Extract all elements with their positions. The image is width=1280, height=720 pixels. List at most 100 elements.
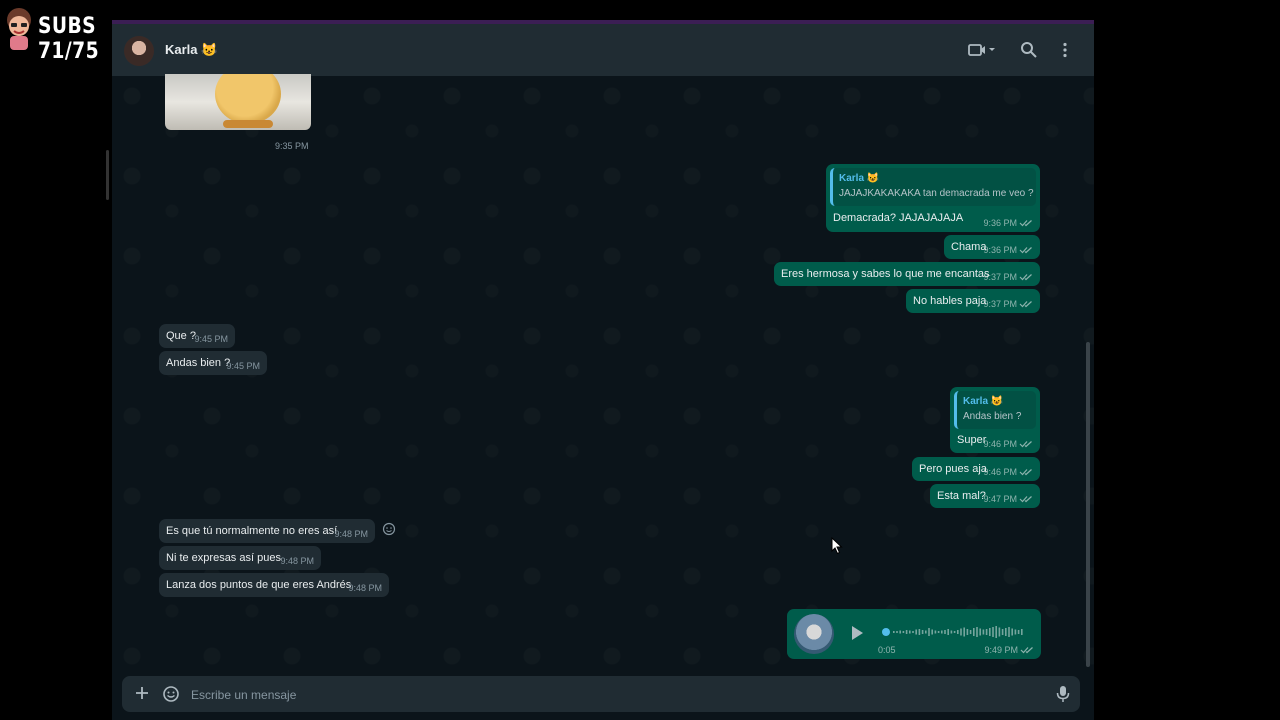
waveform-bar [915,629,917,635]
waveform-bar [989,628,991,636]
voice-duration: 0:05 [878,645,896,655]
voice-message-bubble[interactable]: 0:05 9:49 PM [787,609,1041,659]
waveform-bar [953,631,956,633]
playback-position-dot [882,628,890,636]
double-check-icon [1019,441,1032,448]
message-bubble-outgoing[interactable]: Karla 😺 Andas bien ? Super 9:46 PM [950,387,1040,453]
contact-avatar[interactable] [124,36,154,66]
video-camera-icon [968,44,995,56]
emoji-icon[interactable] [162,685,180,703]
quoted-text: JAJAJKAKAKAKA tan demacrada me veo ? [839,188,1034,199]
message-text: Eres hermosa y sabes lo que me encantas [781,268,990,280]
message-bubble-incoming[interactable]: Es que tú normalmente no eres así 9:48 P… [159,519,375,543]
quoted-message[interactable]: Karla 😺 JAJAJKAKAKAKA tan demacrada me v… [830,168,1036,206]
waveform-bar [985,629,988,635]
message-time-wrap: 9:37 PM [983,272,1033,282]
waveform-bar [893,631,895,633]
waveform-bar [937,631,940,633]
message-time-wrap: 9:46 PM [983,439,1033,449]
kebab-menu-icon [1063,42,1067,58]
waveform-bar [941,630,943,634]
message-input[interactable]: Escribe un mensaje [191,688,296,702]
message-time: 9:48 PM [334,529,368,539]
waveform-bar [960,628,962,636]
search-button[interactable] [1017,38,1041,62]
waveform-bar [976,627,978,637]
message-time-wrap: 9:36 PM [983,218,1033,228]
message-bubble-outgoing[interactable]: Karla 😺 JAJAJKAKAKAKA tan demacrada me v… [826,164,1040,232]
double-check-icon [1019,220,1032,227]
message-text: Que ? [166,330,196,342]
double-check-icon [1020,647,1033,654]
waveform-bar [979,628,981,636]
message-time: 9:35 PM [275,141,309,151]
waveform-bar [1005,628,1007,636]
message-bubble-outgoing[interactable]: Chama 9:36 PM [944,235,1040,259]
waveform-bar [944,630,946,634]
microphone-icon[interactable] [1056,685,1070,703]
waveform-bar [950,630,953,634]
video-call-button[interactable] [964,38,1000,62]
waveform-bar [899,630,901,634]
waveform-bar [896,631,898,633]
emoji-reaction-icon[interactable] [382,522,396,536]
message-bubble-outgoing[interactable]: No hables paja 9:37 PM [906,289,1040,313]
double-check-icon [1019,496,1032,503]
contact-name[interactable]: Karla 😺 [165,42,217,58]
message-time: 9:45 PM [226,361,260,371]
chat-scrollbar[interactable] [1086,342,1090,667]
message-bubble-incoming[interactable]: Ni te expresas así pues 9:48 PM [159,546,321,570]
quoted-message[interactable]: Karla 😺 Andas bien ? [954,391,1036,429]
waveform-bar [928,628,930,636]
waveform-bar [1011,628,1013,636]
message-time: 9:37 PM [983,272,1017,282]
message-bubble-outgoing[interactable]: Esta mal? 9:47 PM [930,484,1040,508]
message-bubble-incoming[interactable]: Que ? 9:45 PM [159,324,235,348]
message-time-wrap: 9:37 PM [983,299,1033,309]
left-edge-handle [106,150,109,200]
cartoon-avatar-icon [7,8,31,50]
chat-header: Karla 😺 [112,24,1094,76]
waveform-bar [1021,629,1023,635]
message-text: Andas bien ? [166,357,231,369]
waveform-bar [995,626,997,638]
message-text: Demacrada? JAJAJAJAJA [833,212,964,224]
message-composer: Escribe un mensaje [122,676,1080,712]
message-bubble-incoming[interactable]: Lanza dos puntos de que eres Andrés 9:48… [159,573,389,597]
waveform-bar [957,630,959,634]
play-icon[interactable] [849,624,865,642]
audio-waveform[interactable] [881,624,1027,640]
waveform-bar [1017,630,1020,634]
message-time: 9:36 PM [983,245,1017,255]
message-time-wrap: 9:49 PM [984,645,1034,655]
quoted-sender: Karla 😺 [839,173,880,184]
message-time: 9:48 PM [280,556,314,566]
message-bubble-incoming[interactable]: Andas bien ? 9:45 PM [159,351,267,375]
plus-icon[interactable] [134,685,150,701]
image-message-thumbnail[interactable] [165,74,311,130]
chat-window: Karla 😺 9:35 PM Karla 😺 JAJAJKAKAKAKA ta… [112,24,1094,720]
waveform-bar [909,630,911,634]
message-time: 9:48 PM [348,583,382,593]
waveform-bar [931,629,933,635]
message-bubble-outgoing[interactable]: Eres hermosa y sabes lo que me encantas … [774,262,1040,286]
menu-button[interactable] [1053,38,1077,62]
message-text: No hables paja [913,295,987,307]
waveform-bar [947,629,949,635]
message-text: Chama [951,241,987,253]
message-text: Lanza dos puntos de que eres Andrés [166,579,352,591]
waveform-bar [969,630,972,634]
quoted-text: Andas bien ? [963,411,1022,422]
message-time: 9:45 PM [194,334,228,344]
double-check-icon [1019,469,1032,476]
waveform-bar [925,630,927,634]
message-bubble-outgoing[interactable]: Pero pues aja 9:46 PM [912,457,1040,481]
quoted-sender: Karla 😺 [963,396,1004,407]
mouse-cursor-icon [831,537,843,555]
waveform-bar [998,627,1001,637]
double-check-icon [1019,301,1032,308]
message-text: Super [957,434,987,446]
waveform-bar [934,630,937,634]
waveform-bar [902,631,905,633]
waveform-bar [905,630,908,634]
